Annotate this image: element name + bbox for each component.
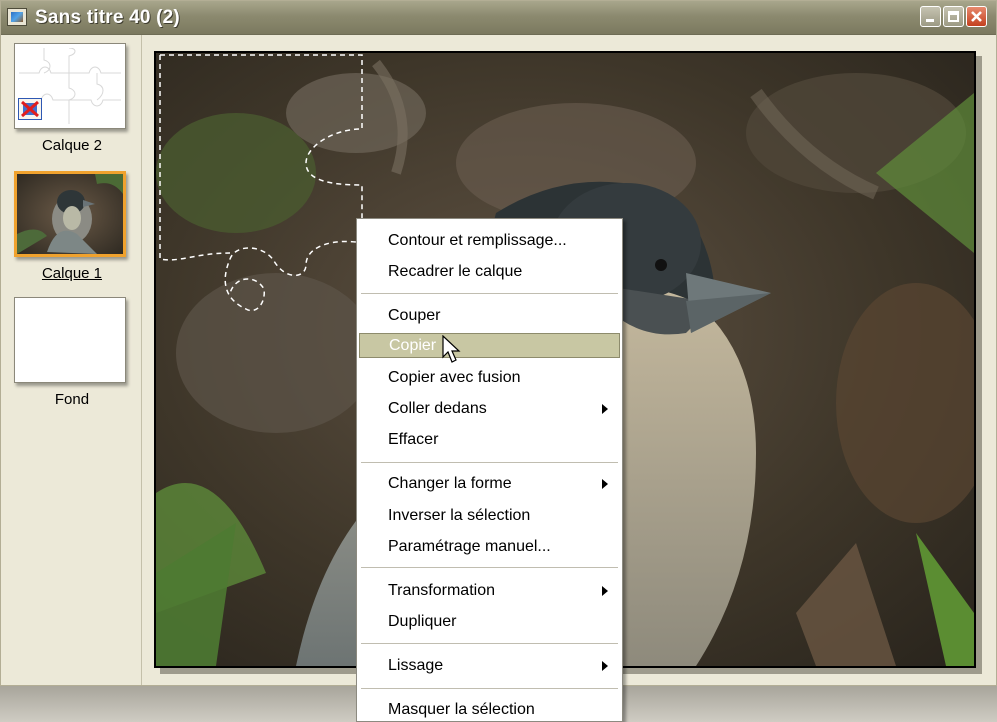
- title-bar[interactable]: Sans titre 40 (2): [1, 1, 996, 35]
- submenu-arrow-icon: [602, 479, 608, 489]
- layer-thumbnail-calque-1[interactable]: [14, 171, 126, 257]
- menu-item-contour-remplissage[interactable]: Contour et remplissage...: [359, 228, 620, 253]
- minimize-button[interactable]: [920, 6, 941, 27]
- hidden-layer-icon[interactable]: [18, 98, 42, 120]
- submenu-arrow-icon: [602, 404, 608, 414]
- menu-separator: [361, 293, 618, 295]
- layer-label-calque-2[interactable]: Calque 2: [3, 137, 141, 154]
- menu-item-changer-forme[interactable]: Changer la forme: [359, 471, 620, 496]
- menu-item-masquer-selection[interactable]: Masquer la sélection: [359, 697, 620, 722]
- menu-item-label: Coller dedans: [388, 400, 487, 417]
- menu-item-label: Changer la forme: [388, 475, 512, 492]
- menu-separator: [361, 688, 618, 690]
- minimize-icon: [926, 19, 934, 22]
- menu-item-parametrage-manuel[interactable]: Paramétrage manuel...: [359, 534, 620, 559]
- document-icon: [7, 8, 27, 26]
- layer-thumbnail-fond[interactable]: [14, 297, 126, 383]
- menu-item-inverser-selection[interactable]: Inverser la sélection: [359, 503, 620, 528]
- menu-item-dupliquer[interactable]: Dupliquer: [359, 609, 620, 634]
- menu-item-lissage[interactable]: Lissage: [359, 653, 620, 678]
- layers-panel: Calque 2 Calque 1 Fond: [3, 35, 142, 685]
- mouse-pointer-icon: [442, 335, 461, 363]
- menu-item-coller-dedans[interactable]: Coller dedans: [359, 396, 620, 421]
- menu-item-copier[interactable]: Copier: [359, 333, 620, 358]
- layer-thumbnail-calque-2[interactable]: [14, 43, 126, 129]
- layer-label-fond[interactable]: Fond: [3, 391, 141, 408]
- close-button[interactable]: [966, 6, 987, 27]
- submenu-arrow-icon: [602, 661, 608, 671]
- menu-item-transformation[interactable]: Transformation: [359, 578, 620, 603]
- canvas-shadow-right: [976, 56, 982, 673]
- menu-item-label: Transformation: [388, 582, 495, 599]
- menu-item-label: Lissage: [388, 657, 444, 674]
- maximize-button[interactable]: [943, 6, 964, 27]
- window-title: Sans titre 40 (2): [35, 7, 180, 28]
- menu-item-couper[interactable]: Couper: [359, 303, 620, 328]
- menu-separator: [361, 643, 618, 645]
- context-menu: Contour et remplissage... Recadrer le ca…: [356, 218, 623, 722]
- menu-item-copier-avec-fusion[interactable]: Copier avec fusion: [359, 365, 620, 390]
- maximize-icon: [948, 11, 959, 22]
- submenu-arrow-icon: [602, 586, 608, 596]
- menu-separator: [361, 462, 618, 464]
- menu-item-effacer[interactable]: Effacer: [359, 427, 620, 452]
- menu-separator: [361, 567, 618, 569]
- close-icon: [971, 11, 982, 22]
- layer-label-calque-1[interactable]: Calque 1: [3, 265, 141, 282]
- bird-photo-thumbnail: [17, 174, 123, 254]
- menu-item-recadrer-calque[interactable]: Recadrer le calque: [359, 259, 620, 284]
